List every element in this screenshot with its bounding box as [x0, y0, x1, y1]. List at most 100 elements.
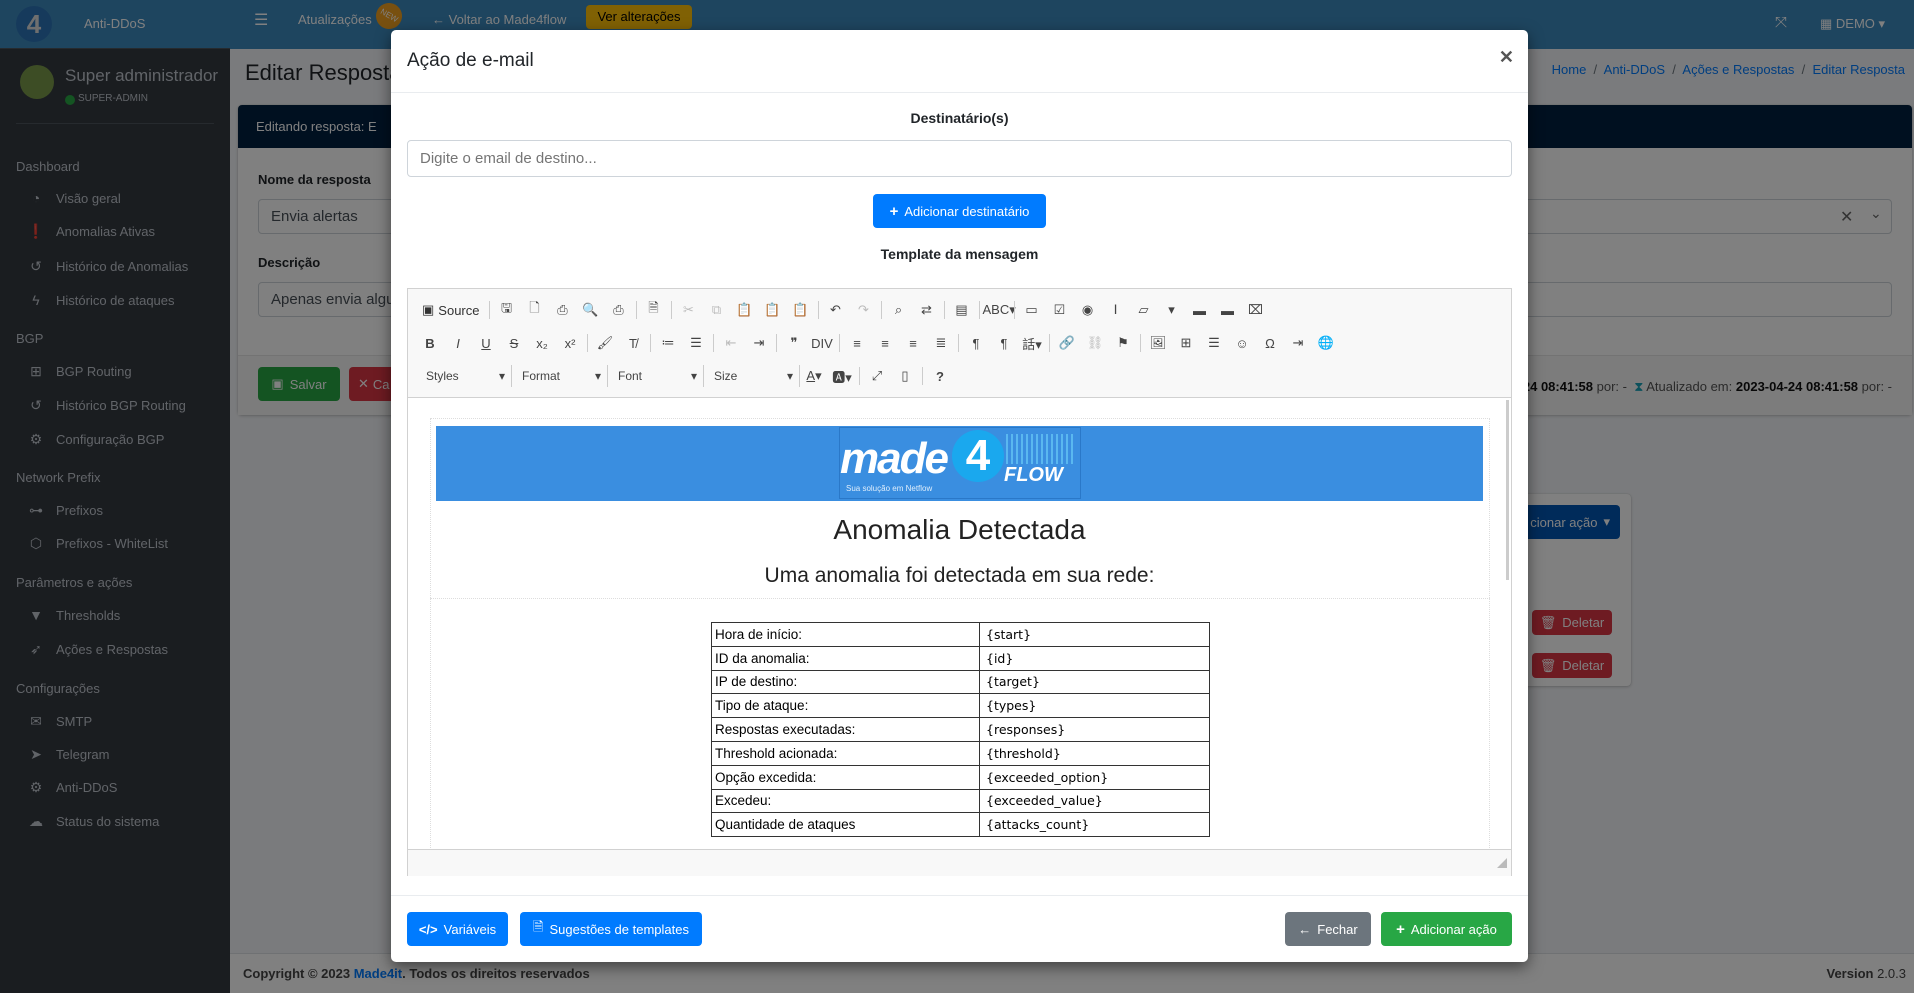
sidebar-item[interactable]: ⊞ BGP Routing: [26, 363, 132, 380]
anchor-icon[interactable]: ⚑: [1109, 335, 1137, 351]
ltr-icon[interactable]: ¶: [962, 336, 990, 351]
company-link[interactable]: Made4it: [354, 966, 402, 981]
underline-icon[interactable]: U: [472, 336, 500, 351]
templates-icon[interactable]: 🗎: [640, 299, 668, 321]
textarea-icon[interactable]: ▱: [1130, 302, 1158, 318]
paste-icon[interactable]: 📋: [731, 302, 759, 318]
sidebar-item[interactable]: ☁ Status do sistema: [26, 813, 159, 830]
help-icon[interactable]: ?: [926, 369, 954, 384]
fullscreen-icon[interactable]: ⤧: [1775, 14, 1787, 31]
save-button[interactable]: ▣ Salvar: [258, 367, 340, 401]
user-name[interactable]: Super administrador: [65, 66, 218, 86]
sidebar-item[interactable]: ϟ Histórico de ataques: [26, 292, 174, 308]
unlink-icon[interactable]: ⛓: [1081, 335, 1109, 351]
undo-icon[interactable]: ↶: [822, 302, 850, 318]
horizontal-line-icon[interactable]: ☰: [1200, 335, 1228, 351]
spellcheck-icon[interactable]: ABC▾: [983, 302, 1016, 318]
bold-icon[interactable]: B: [416, 336, 444, 351]
bg-color-icon[interactable]: 🅰▾: [828, 367, 856, 386]
sidebar-item[interactable]: ▼ Thresholds: [26, 607, 120, 623]
template-suggestions-button[interactable]: 🗎 Sugestões de templates: [520, 912, 702, 946]
bulleted-list-icon[interactable]: ☰: [682, 335, 710, 351]
clear-icon[interactable]: ✕: [1840, 207, 1853, 227]
replace-icon[interactable]: ⇄: [913, 302, 941, 318]
redo-icon[interactable]: ↷: [850, 302, 878, 318]
breadcrumb-item[interactable]: Editar Resposta: [1813, 62, 1906, 77]
outdent-icon[interactable]: ⇤: [717, 335, 745, 351]
numbered-list-icon[interactable]: ≔: [654, 335, 682, 351]
justify-icon[interactable]: ≣: [927, 335, 955, 351]
sidebar-item[interactable]: ◔ Visão geral: [26, 190, 121, 206]
image-icon[interactable]: 🖼: [1144, 335, 1172, 351]
strikethrough-icon[interactable]: S: [500, 336, 528, 351]
tenant-dropdown[interactable]: ▦ DEMO ▾: [1820, 16, 1885, 32]
view-changes-button[interactable]: Ver alterações: [586, 5, 692, 29]
scrollbar[interactable]: [1506, 400, 1509, 580]
print-icon[interactable]: ⎙: [605, 302, 633, 318]
cut-icon[interactable]: ✂: [675, 302, 703, 318]
div-icon[interactable]: DIV: [808, 336, 836, 351]
language-icon[interactable]: 話▾: [1018, 334, 1046, 353]
font-dropdown[interactable]: Font ▾: [608, 365, 704, 387]
delete-button[interactable]: 🗑 Deletar: [1532, 610, 1612, 635]
special-char-icon[interactable]: Ω: [1256, 336, 1284, 351]
subscript-icon[interactable]: x₂: [528, 336, 556, 351]
sidebar-item[interactable]: ➶ Ações e Respostas: [26, 641, 168, 658]
sidebar-item[interactable]: ⚙ Anti-DDoS: [26, 779, 118, 796]
align-right-icon[interactable]: ≡: [899, 336, 927, 351]
add-action-button[interactable]: + Adicionar ação: [1381, 912, 1512, 946]
rtl-icon[interactable]: ¶: [990, 336, 1018, 351]
close-button[interactable]: ✕: [1499, 47, 1514, 68]
maximize-icon[interactable]: ⤢: [863, 368, 891, 384]
breadcrumb-item[interactable]: Ações e Respostas: [1682, 62, 1794, 77]
breadcrumb-item[interactable]: Home: [1552, 62, 1587, 77]
preview-icon[interactable]: 🔍: [577, 302, 605, 318]
smiley-icon[interactable]: ☺: [1228, 336, 1256, 351]
sidebar-item[interactable]: ➤ Telegram: [26, 746, 109, 763]
show-blocks-icon[interactable]: ▯: [891, 368, 919, 384]
table-icon[interactable]: ⊞: [1172, 335, 1200, 351]
brand[interactable]: 4 Anti-DDoS: [0, 0, 230, 49]
close-modal-button[interactable]: ← Fechar: [1285, 912, 1371, 946]
save-icon[interactable]: 🖫: [493, 299, 521, 321]
back-to-made4flow-link[interactable]: ← Voltar ao Made4flow: [432, 12, 566, 27]
select-all-icon[interactable]: ▤: [948, 302, 976, 318]
copy-icon[interactable]: ⧉: [703, 302, 731, 318]
superscript-icon[interactable]: x²: [556, 336, 584, 351]
breadcrumb-item[interactable]: Anti-DDoS: [1604, 62, 1665, 77]
sidebar-item[interactable]: ↺ Histórico BGP Routing: [26, 397, 186, 414]
iframe-icon[interactable]: 🌐: [1312, 335, 1340, 351]
hamburger-icon[interactable]: ☰: [254, 10, 268, 30]
add-recipient-button[interactable]: + Adicionar destinatário: [873, 194, 1046, 228]
source-button[interactable]: ▣ Source: [416, 302, 486, 318]
sidebar-item[interactable]: ⬡ Prefixos - WhiteList: [26, 535, 168, 552]
blockquote-icon[interactable]: ❞: [780, 335, 808, 351]
export-pdf-icon[interactable]: ⎙: [549, 302, 577, 318]
checkbox-icon[interactable]: ☑: [1046, 302, 1074, 318]
remove-format-icon[interactable]: T̸: [619, 336, 647, 351]
copy-format-icon[interactable]: 🖌: [591, 335, 619, 351]
resize-handle-icon[interactable]: [1497, 858, 1507, 868]
form-icon[interactable]: ▭: [1018, 302, 1046, 318]
text-field-icon[interactable]: Ⅰ: [1102, 302, 1130, 318]
new-page-icon[interactable]: 🗋: [521, 299, 549, 321]
sidebar-item[interactable]: ⚙ Configuração BGP: [26, 431, 165, 448]
align-center-icon[interactable]: ≡: [871, 336, 899, 351]
variables-button[interactable]: </> Variáveis: [407, 912, 508, 946]
sidebar-item[interactable]: ⊶ Prefixos: [26, 502, 103, 519]
hidden-field-icon[interactable]: ⌧: [1242, 302, 1270, 318]
recipient-email-input[interactable]: [407, 140, 1512, 177]
text-color-icon[interactable]: A▾: [800, 368, 828, 384]
updates-link[interactable]: Atualizações: [298, 12, 372, 27]
styles-dropdown[interactable]: Styles ▾: [416, 365, 512, 387]
sidebar-item[interactable]: ❗ Anomalias Ativas: [26, 223, 155, 240]
select-icon[interactable]: ▾: [1158, 302, 1186, 318]
button-icon[interactable]: ▬: [1186, 303, 1214, 318]
sidebar-item[interactable]: ↺ Histórico de Anomalias: [26, 258, 188, 275]
delete-button[interactable]: 🗑 Deletar: [1532, 653, 1612, 678]
page-break-icon[interactable]: ⇥: [1284, 335, 1312, 351]
indent-icon[interactable]: ⇥: [745, 335, 773, 351]
italic-icon[interactable]: I: [444, 336, 472, 351]
size-dropdown[interactable]: Size ▾: [704, 365, 800, 387]
radio-icon[interactable]: ◉: [1074, 302, 1102, 318]
